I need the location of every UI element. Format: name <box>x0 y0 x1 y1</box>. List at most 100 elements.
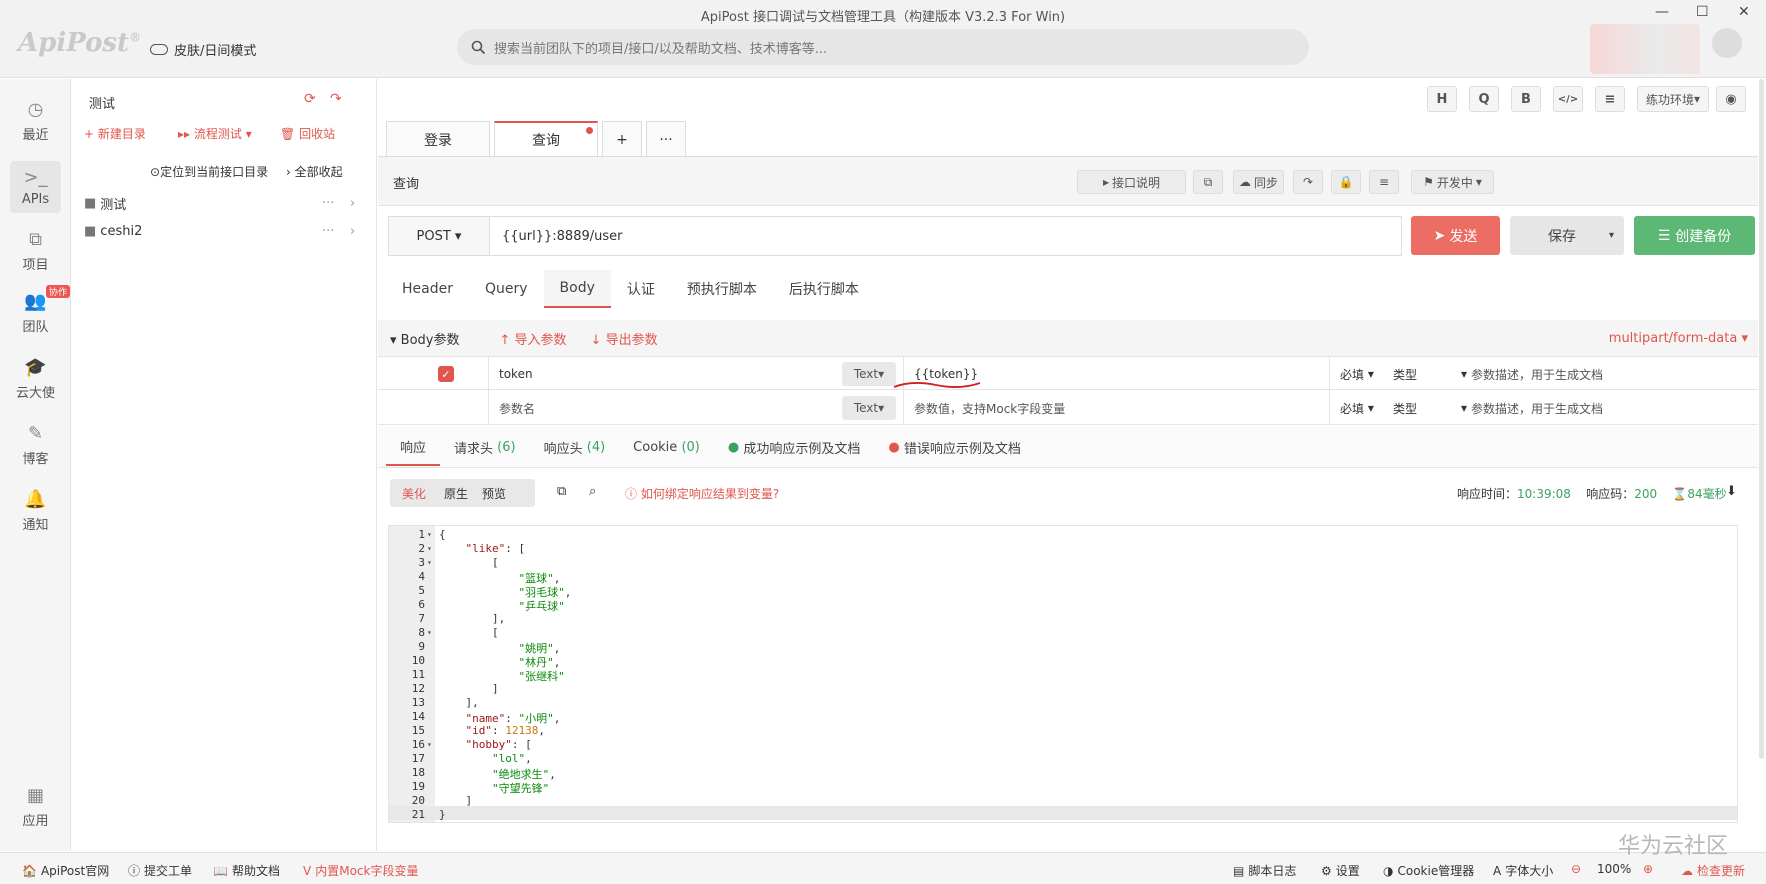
tab-login[interactable]: 登录 <box>386 121 490 157</box>
code-button[interactable]: </> <box>1553 86 1583 112</box>
eye-icon[interactable]: ◉ <box>1716 86 1746 112</box>
tab-error-example[interactable]: ● 错误响应示例及文档 <box>874 428 1035 466</box>
tab-add-button[interactable]: + <box>602 121 642 157</box>
maximize-icon[interactable]: ☐ <box>1696 4 1709 20</box>
send-button[interactable]: ➤ 发送 <box>1411 216 1500 255</box>
share-icon[interactable]: ↷ <box>330 91 342 107</box>
global-search[interactable]: 搜索当前团队下的项目/接口/以及帮助文档、技术博客等... <box>457 29 1309 65</box>
param-desc-input[interactable]: 参数描述，用于生成文档 <box>1471 391 1603 425</box>
chevron-down-icon[interactable]: ▾ <box>1609 230 1614 241</box>
tab-auth[interactable]: 认证 <box>611 270 671 308</box>
nav-apps[interactable]: ▦ 应用 <box>0 785 71 829</box>
param-checkbox[interactable]: ✓ <box>438 366 454 382</box>
vertical-scrollbar[interactable] <box>1759 79 1764 759</box>
tab-query[interactable]: Query <box>469 270 544 308</box>
settings-sliders-button[interactable]: ≡ <box>1595 86 1625 112</box>
import-params-button[interactable]: ↑ 导入参数 <box>500 329 567 348</box>
refresh-icon[interactable]: ⟳ <box>304 91 316 107</box>
tab-response[interactable]: 响应 <box>386 428 441 466</box>
search-input[interactable]: 搜索当前团队下的项目/接口/以及帮助文档、技术博客等... <box>494 38 827 57</box>
heading-button[interactable]: H <box>1427 86 1457 112</box>
nav-project[interactable]: ⧉ 项目 <box>0 229 71 273</box>
body-collapse-toggle[interactable]: ▾ Body参数 <box>390 329 460 348</box>
more-icon[interactable]: ··· <box>322 196 334 211</box>
nav-recent[interactable]: ◷ 最近 <box>0 99 71 143</box>
method-select[interactable]: POST ▾ <box>388 216 490 256</box>
param-value-input[interactable]: 参数值，支持Mock字段变量 <box>903 391 1303 425</box>
tab-body[interactable]: Body <box>543 270 611 308</box>
fold-toggle-icon[interactable]: ▾ <box>427 558 435 567</box>
share-icon[interactable]: ↷ <box>1293 170 1323 194</box>
check-update-button[interactable]: ☁ 检查更新 <box>1681 862 1745 879</box>
response-code-editor[interactable]: 1 ▾{2 ▾ "like": [3 ▾ [4 "篮球", 5 "羽毛球", 6 "乒乓球… <box>388 525 1738 823</box>
param-desc-input[interactable]: 参数描述，用于生成文档 <box>1471 357 1603 391</box>
submit-ticket-link[interactable]: ⓘ 提交工单 <box>128 862 192 879</box>
nav-blog[interactable]: ✎ 博客 <box>0 423 71 467</box>
content-type-select[interactable]: multipart/form-data ▾ <box>1609 331 1748 346</box>
param-value-input[interactable]: {{token}} <box>893 357 1303 391</box>
view-raw[interactable]: 原生 <box>438 485 474 502</box>
param-key-input[interactable]: 参数名 <box>488 391 788 425</box>
lock-icon[interactable]: 🔒 <box>1331 170 1361 194</box>
flow-test-button[interactable]: ▸▸ 流程测试 ▾ <box>178 125 252 142</box>
env-select[interactable]: 练功环境 ▾ <box>1637 86 1709 112</box>
copy-icon[interactable]: ⧉ <box>557 484 566 499</box>
fold-toggle-icon[interactable]: ▾ <box>427 628 435 637</box>
view-beautify[interactable]: 美化 <box>390 485 438 502</box>
bind-hint-link[interactable]: ⓘ 如何绑定响应结果到变量? <box>625 485 779 502</box>
nav-ambassador[interactable]: 🎓 云大使 <box>0 357 71 401</box>
tab-req-headers[interactable]: 请求头 (6) <box>440 428 530 466</box>
doc-button[interactable]: ▸ 接口说明 <box>1077 170 1186 194</box>
nav-notify[interactable]: 🔔 通知 <box>0 489 71 533</box>
settings-button[interactable]: ⚙ 设置 <box>1321 862 1360 879</box>
tab-success-example[interactable]: ● 成功响应示例及文档 <box>714 428 875 466</box>
tab-resp-headers[interactable]: 响应头 (4) <box>530 428 620 466</box>
download-icon[interactable]: ⬇ <box>1726 484 1737 499</box>
tab-header[interactable]: Header <box>386 270 469 308</box>
fold-toggle-icon[interactable]: ▾ <box>427 530 435 539</box>
official-site-link[interactable]: 🏠 ApiPost官网 <box>22 862 109 879</box>
nav-team[interactable]: 协作 👥 团队 <box>0 285 71 335</box>
new-dir-button[interactable]: + 新建目录 <box>84 125 146 142</box>
url-input[interactable]: {{url}}:8889/user <box>489 216 1402 256</box>
tree-folder[interactable]: ■ ceshi2 ··· › <box>84 219 374 243</box>
create-backup-button[interactable]: ☰ 创建备份 <box>1634 216 1755 255</box>
param-type-select[interactable]: Text ▾ <box>842 362 896 386</box>
bold-button[interactable]: B <box>1511 86 1541 112</box>
avatar[interactable] <box>1712 28 1742 58</box>
param-key-input[interactable]: token <box>488 357 788 391</box>
param-kind-select[interactable]: 类型 ▾ <box>1393 357 1478 391</box>
zoom-out-button[interactable]: ⊖ <box>1571 862 1581 876</box>
param-kind-select[interactable]: 类型 ▾ <box>1393 391 1478 425</box>
tab-cookie[interactable]: Cookie (0) <box>619 428 714 466</box>
tab-more-button[interactable]: ··· <box>646 121 686 157</box>
help-docs-link[interactable]: 📖 帮助文档 <box>213 862 280 879</box>
view-preview[interactable]: 预览 <box>474 485 514 502</box>
nav-apis[interactable]: >_ APIs <box>10 161 61 213</box>
database-icon[interactable]: ≡ <box>1369 170 1399 194</box>
script-log-button[interactable]: ▤ 脚本日志 <box>1233 862 1296 879</box>
export-params-button[interactable]: ↓ 导出参数 <box>591 329 658 348</box>
zoom-in-button[interactable]: ⊕ <box>1643 862 1653 876</box>
fold-toggle-icon[interactable]: ▾ <box>427 740 435 749</box>
tab-pre-script[interactable]: 预执行脚本 <box>671 270 773 308</box>
minimize-icon[interactable]: — <box>1655 4 1669 20</box>
locate-button[interactable]: ⊙定位到当前接口目录 <box>150 163 268 180</box>
skin-mode-toggle[interactable]: 皮肤/日间模式 <box>150 40 256 59</box>
quote-button[interactable]: Q <box>1469 86 1499 112</box>
sync-button[interactable]: ☁ 同步 <box>1233 170 1284 194</box>
tab-post-script[interactable]: 后执行脚本 <box>773 270 875 308</box>
param-type-select[interactable]: Text ▾ <box>842 396 896 420</box>
copy-icon[interactable]: ⧉ <box>1193 170 1223 194</box>
more-icon[interactable]: ··· <box>322 224 334 239</box>
recycle-button[interactable]: 🗑 回收站 <box>280 125 335 142</box>
search-icon[interactable]: ⌕ <box>589 484 596 499</box>
close-icon[interactable]: ✕ <box>1738 4 1750 20</box>
tab-query[interactable]: 查询 <box>494 121 598 157</box>
status-select[interactable]: ⚑ 开发中 ▾ <box>1411 170 1494 194</box>
mock-vars-link[interactable]: V 内置Mock字段变量 <box>303 862 418 879</box>
fold-toggle-icon[interactable]: ▾ <box>427 544 435 553</box>
collapse-all-button[interactable]: › 全部收起 <box>286 163 343 180</box>
cookie-manager-button[interactable]: ◑ Cookie管理器 <box>1383 862 1474 879</box>
tree-folder[interactable]: ■ 测试 ··· › <box>84 191 374 215</box>
